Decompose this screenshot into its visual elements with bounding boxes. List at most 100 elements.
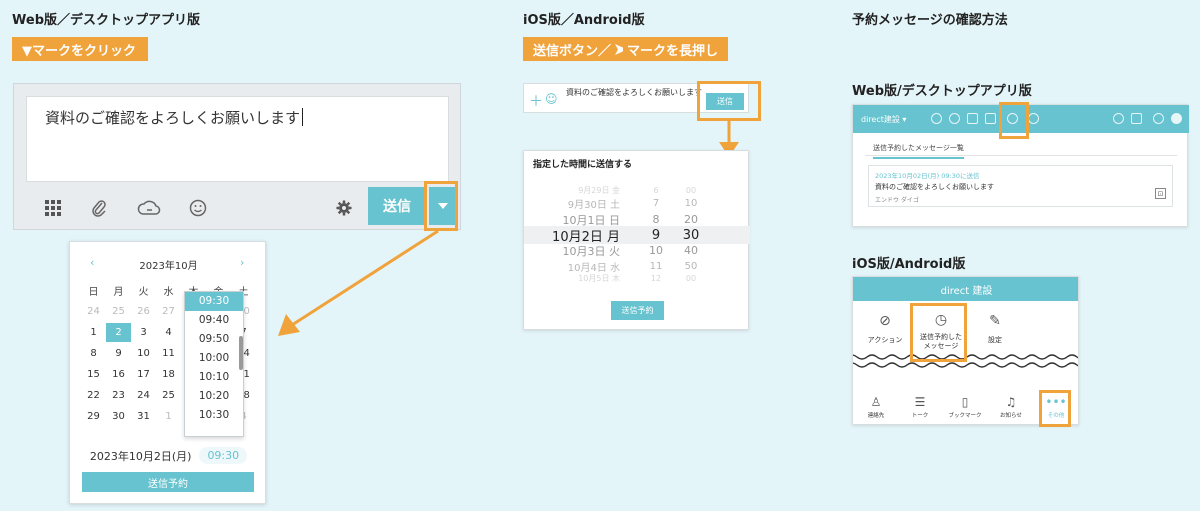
calendar-day[interactable]: 1 (81, 327, 106, 338)
bell-icon: ♫ (1005, 395, 1017, 409)
next-month-icon[interactable]: › (240, 256, 244, 269)
calendar-day[interactable]: 31 (131, 411, 156, 422)
wheel-value: 10 (684, 197, 698, 209)
calendar-day[interactable]: 16 (106, 369, 131, 380)
grid-icon[interactable] (1131, 113, 1142, 124)
grid-icon[interactable] (41, 196, 65, 220)
arrow-to-datepicker (278, 229, 439, 336)
action-icon: ⊘ (879, 313, 891, 329)
ios-message-input[interactable]: 資料のご確認をよろしくお願いします (566, 87, 706, 98)
avatar[interactable] (1171, 113, 1182, 124)
smile-icon[interactable]: ☺ (545, 92, 558, 106)
wheel-row[interactable]: 9月30日 土 7 10 (524, 196, 750, 211)
sheet-title: 指定した時間に送信する (533, 160, 633, 170)
wheel-row[interactable]: 10月5日 木 12 00 (524, 272, 750, 284)
calendar-day[interactable]: 30 (106, 411, 131, 422)
send-button[interactable]: 送信 (368, 187, 426, 225)
wheel-row[interactable]: 10月3日 火 10 40 (524, 243, 750, 258)
time-option[interactable]: 10:30 (185, 406, 243, 425)
contacts-icon[interactable] (931, 113, 942, 124)
calendar-day[interactable]: 11 (156, 348, 181, 359)
web-composer: 資料のご確認をよろしくお願いします 送信 (13, 83, 461, 230)
scheduled-date: 2023年10月02日(月) 09:30に送信 (875, 172, 980, 180)
calendar-day[interactable]: 8 (81, 348, 106, 359)
time-option[interactable]: 09:30 (185, 292, 243, 311)
wheel-row[interactable]: 10月4日 水 11 50 (524, 259, 750, 274)
selected-date: 2023年10月2日(月) (89, 449, 192, 463)
calendar-day[interactable]: 10 (131, 348, 156, 359)
calendar-day[interactable]: 25 (106, 306, 131, 317)
tab-divider (865, 155, 1177, 156)
paperclip-icon[interactable] (87, 196, 111, 220)
tab-bookmark[interactable]: ▯ ブックマーク (945, 395, 985, 419)
wrench-icon: ✎ (989, 313, 1001, 329)
wheel-value: 9 (651, 227, 661, 243)
section-title-web: Web版／デスクトップアプリ版 (12, 13, 200, 28)
banner-long-press: 送信ボタン／ マークを長押し (523, 37, 728, 61)
wheel-value: 30 (682, 227, 700, 243)
highlight-mobile-scheduled (910, 303, 967, 362)
datepicker-footer: 2023年10月2日(月) 09:30 (70, 447, 267, 464)
wheel-value: 12 (650, 273, 662, 283)
wheel-row[interactable]: 10月2日 月 9 30 (524, 226, 750, 245)
calendar-day[interactable]: 26 (131, 306, 156, 317)
ios-schedule-button[interactable]: 送信予約 (611, 301, 664, 320)
bell-icon[interactable] (1113, 113, 1124, 124)
calendar-day[interactable]: 23 (106, 390, 131, 401)
calendar-day[interactable]: 17 (131, 369, 156, 380)
calendar-day[interactable]: 25 (156, 390, 181, 401)
menu-icon[interactable] (985, 113, 996, 124)
mobile-item-action[interactable]: ⊘ アクション (855, 313, 915, 345)
time-option[interactable]: 09:40 (185, 311, 243, 330)
time-option[interactable]: 09:50 (185, 330, 243, 349)
tab-contacts[interactable]: ♙ 連絡先 (856, 395, 896, 419)
tab-notifications[interactable]: ♫ お知らせ (991, 395, 1031, 419)
mobile-item-settings[interactable]: ✎ 設定 (965, 313, 1025, 345)
calendar-day[interactable]: 24 (81, 306, 106, 317)
time-option[interactable]: 10:20 (185, 387, 243, 406)
time-scrollbar[interactable] (239, 336, 243, 370)
calendar-day[interactable]: 4 (156, 327, 181, 338)
banner-click-mark: ▼マークをクリック (12, 37, 148, 61)
time-option[interactable]: 10:00 (185, 349, 243, 368)
person-icon: ♙ (870, 395, 882, 409)
calendar-day[interactable]: 15 (81, 369, 106, 380)
search-icon[interactable] (1028, 113, 1039, 124)
smile-icon[interactable] (186, 196, 210, 220)
calendar-day[interactable]: 1 (156, 411, 181, 422)
calendar-day[interactable]: 29 (81, 411, 106, 422)
selected-time[interactable]: 09:30 (199, 447, 248, 464)
delete-icon[interactable]: ⊡ (1155, 188, 1166, 199)
weekday-label: 日 (88, 287, 99, 298)
time-dropdown: 09:30 09:40 09:50 10:00 10:10 10:20 10:30 (184, 291, 244, 437)
tab-talk[interactable]: ☰ トーク (900, 395, 940, 419)
tab-scheduled-messages[interactable]: 送信予約したメッセージ一覧 (873, 143, 964, 159)
calendar-day[interactable]: 27 (156, 306, 181, 317)
scheduled-message-item[interactable]: 2023年10月02日(月) 09:30に送信 資料のご確認をよろしくお願いしま… (868, 165, 1173, 207)
schedule-send-button[interactable]: 送信予約 (82, 472, 254, 492)
brand-name[interactable]: direct建設 ▾ (861, 114, 906, 125)
calendar-day[interactable]: 3 (131, 327, 156, 338)
settings-icon[interactable] (1153, 113, 1164, 124)
bookmark-icon: ▯ (961, 395, 969, 409)
calendar-day[interactable]: 22 (81, 390, 106, 401)
action-icon[interactable] (949, 113, 960, 124)
wheel-value: 50 (684, 260, 698, 272)
wheel-row[interactable]: 9月29日 金 6 00 (524, 184, 750, 196)
calendar-day[interactable]: 24 (131, 390, 156, 401)
message-input[interactable]: 資料のご確認をよろしくお願いします (26, 96, 449, 182)
wheel-value: 40 (684, 244, 698, 257)
wheel-value: 6 (653, 185, 659, 195)
gear-icon[interactable] (332, 196, 356, 220)
calendar-day[interactable]: 9 (106, 348, 131, 359)
cloud-link-icon[interactable] (136, 196, 162, 220)
wheel-value: 20 (684, 213, 698, 226)
section-title-check: 予約メッセージの確認方法 (852, 13, 1008, 28)
wheel-value: 8 (652, 213, 660, 226)
time-option[interactable]: 10:10 (185, 368, 243, 387)
calendar-day[interactable]: 2 (106, 323, 131, 342)
plus-icon[interactable]: ＋ (529, 91, 543, 111)
bookmark-icon[interactable] (967, 113, 978, 124)
highlight-web-scheduled-icon (999, 102, 1029, 139)
calendar-day[interactable]: 18 (156, 369, 181, 380)
